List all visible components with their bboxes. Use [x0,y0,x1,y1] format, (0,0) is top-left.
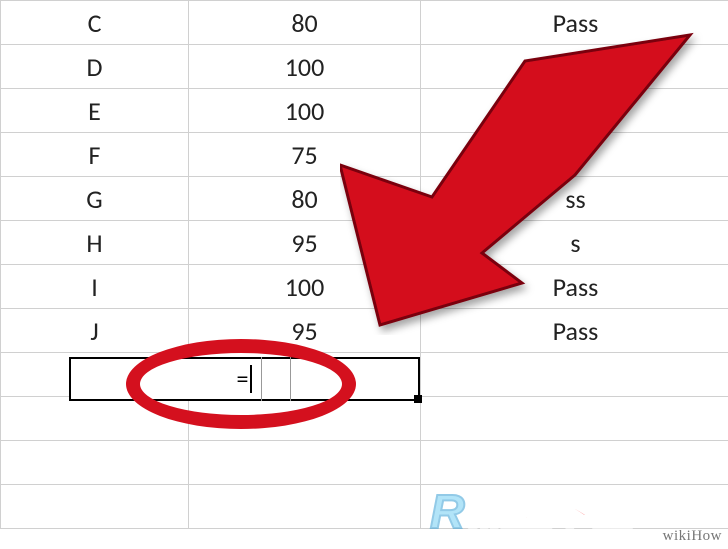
text-cursor [250,365,252,393]
cell-result[interactable]: s [421,221,728,265]
cell-letter[interactable]: C [1,1,189,45]
inner-selection-divider [261,357,291,401]
cell-letter[interactable]: I [1,265,189,309]
table-row[interactable] [1,485,728,529]
table-row[interactable]: H 95 s [1,221,728,265]
table-row[interactable]: F 75 [1,133,728,177]
cell-letter[interactable]: J [1,309,189,353]
cell-result[interactable]: Pass [421,309,728,353]
table-row[interactable]: I 100 Pass [1,265,728,309]
cell-result[interactable]: Pass [421,89,728,133]
empty-cell[interactable] [421,441,728,485]
cell-score[interactable]: 80 [189,1,421,45]
table-row[interactable] [1,397,728,441]
cell-result[interactable] [421,133,728,177]
empty-cell[interactable] [189,397,421,441]
active-formula-cell[interactable]: = [69,357,420,401]
empty-cell[interactable] [1,485,189,529]
cell-result[interactable]: ss [421,177,728,221]
cell-score[interactable]: 100 [189,265,421,309]
spreadsheet-grid[interactable]: C 80 Pass D 100 Pass E 100 Pass F 75 G [0,0,728,549]
table-row[interactable]: D 100 Pass [1,45,728,89]
cell-result[interactable]: Pass [421,45,728,89]
table-row[interactable]: C 80 Pass [1,1,728,45]
cell-letter[interactable]: D [1,45,189,89]
empty-cell[interactable] [189,485,421,529]
cell-score[interactable]: 95 [189,221,421,265]
table-row[interactable]: J 95 Pass [1,309,728,353]
empty-cell[interactable] [1,397,189,441]
cell-score[interactable]: 95 [189,309,421,353]
empty-cell[interactable] [189,441,421,485]
formula-text: = [237,365,249,394]
wikihow-footer-label: wikiHow [663,528,722,545]
cell-score[interactable]: 100 [189,45,421,89]
empty-cell[interactable] [421,353,728,397]
cell-letter[interactable]: E [1,89,189,133]
cell-letter[interactable]: G [1,177,189,221]
table-row[interactable]: G 80 ss [1,177,728,221]
cell-score[interactable]: 80 [189,177,421,221]
empty-cell[interactable] [421,397,728,441]
cell-score[interactable]: 75 [189,133,421,177]
table-row[interactable] [1,441,728,485]
cell-result[interactable]: Pass [421,1,728,45]
table-row[interactable]: E 100 Pass [1,89,728,133]
cell-result[interactable]: Pass [421,265,728,309]
empty-cell[interactable] [421,485,728,529]
data-table: C 80 Pass D 100 Pass E 100 Pass F 75 G [0,0,728,529]
empty-cell[interactable] [1,441,189,485]
cell-score[interactable]: 100 [189,89,421,133]
cell-letter[interactable]: F [1,133,189,177]
cell-letter[interactable]: H [1,221,189,265]
